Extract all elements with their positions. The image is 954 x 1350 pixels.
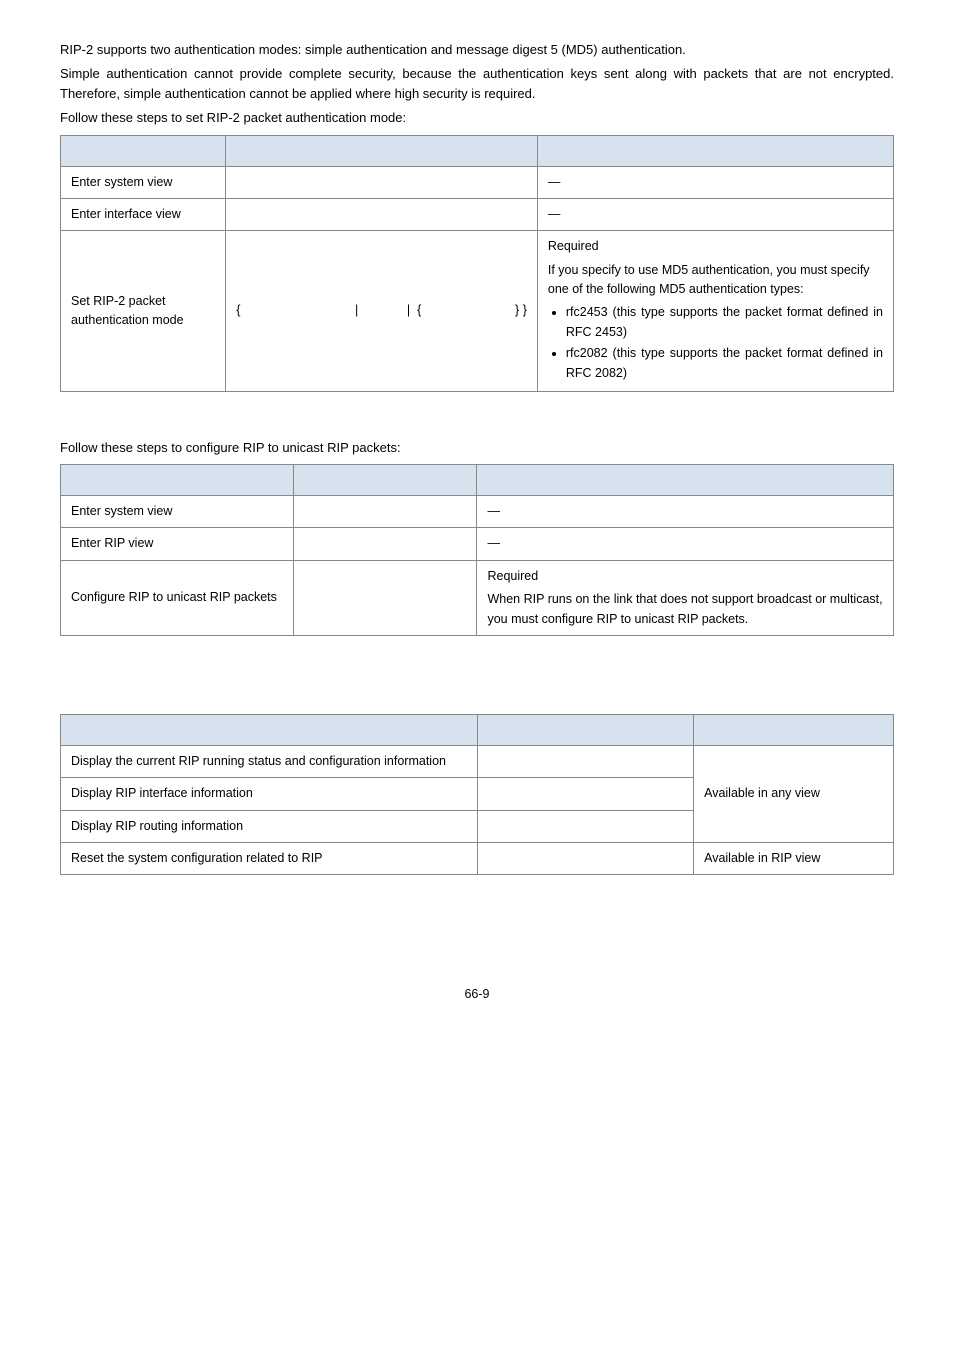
list-item: rfc2453 (this type supports the packet f… (566, 303, 883, 342)
paragraph: Follow these steps to configure RIP to u… (60, 438, 894, 458)
table-cell: Configure RIP to unicast RIP packets (61, 560, 294, 635)
table-cell: — (537, 198, 893, 230)
table-header (61, 465, 294, 496)
table-cell (294, 496, 477, 528)
paragraph: Simple authentication cannot provide com… (60, 64, 894, 104)
table-row: Display the current RIP running status a… (61, 745, 894, 777)
table-header (61, 135, 226, 166)
table-header (226, 135, 538, 166)
table-cell: Required If you specify to use MD5 authe… (537, 231, 893, 392)
table-cell (477, 810, 694, 842)
paragraph: RIP-2 supports two authentication modes:… (60, 40, 894, 60)
table-header-row (61, 465, 894, 496)
list-item: rfc2082 (this type supports the packet f… (566, 344, 883, 383)
required-label: Required (548, 237, 883, 256)
bullet-list: rfc2453 (this type supports the packet f… (548, 303, 883, 383)
table-cell: Display RIP interface information (61, 778, 478, 810)
table-row: Reset the system configuration related t… (61, 843, 894, 875)
table-header (537, 135, 893, 166)
cell-subtext: When RIP runs on the link that does not … (487, 590, 883, 629)
table-cell: Enter RIP view (61, 528, 294, 560)
table-cell (294, 560, 477, 635)
table-header-row (61, 714, 894, 745)
table-unicast: Enter system view — Enter RIP view — Con… (60, 464, 894, 636)
table-cell: Enter system view (61, 496, 294, 528)
table-row: Configure RIP to unicast RIP packets Req… (61, 560, 894, 635)
table-cell (226, 198, 538, 230)
table-cell: Enter system view (61, 166, 226, 198)
table-cell: — (477, 528, 894, 560)
table-header (477, 714, 694, 745)
table-cell: Display RIP routing information (61, 810, 478, 842)
table-row: Enter system view — (61, 496, 894, 528)
page-number: 66-9 (60, 985, 894, 1004)
table-cell (477, 843, 694, 875)
table-cell (477, 745, 694, 777)
table-auth-mode: Enter system view — Enter interface view… (60, 135, 894, 392)
table-row: Enter system view — (61, 166, 894, 198)
table-header-row (61, 135, 894, 166)
table-header (294, 465, 477, 496)
table-cell: Set RIP-2 packet authentication mode (61, 231, 226, 392)
table-cell: — (477, 496, 894, 528)
table-header (61, 714, 478, 745)
table-row: Enter interface view — (61, 198, 894, 230)
table-cell: Enter interface view (61, 198, 226, 230)
table-header (694, 714, 894, 745)
table-cell: { | | { } } (226, 231, 538, 392)
table-cell: Available in any view (694, 745, 894, 842)
cell-subtext: If you specify to use MD5 authentication… (548, 261, 883, 300)
table-cell: Display the current RIP running status a… (61, 745, 478, 777)
table-cell: Available in RIP view (694, 843, 894, 875)
table-cell: — (537, 166, 893, 198)
table-cell (294, 528, 477, 560)
required-label: Required (487, 567, 883, 586)
table-cell: Required When RIP runs on the link that … (477, 560, 894, 635)
paragraph: Follow these steps to set RIP-2 packet a… (60, 108, 894, 128)
table-cell (226, 166, 538, 198)
table-row: Set RIP-2 packet authentication mode { |… (61, 231, 894, 392)
table-row: Enter RIP view — (61, 528, 894, 560)
table-header (477, 465, 894, 496)
table-display: Display the current RIP running status a… (60, 714, 894, 876)
table-cell (477, 778, 694, 810)
table-cell: Reset the system configuration related t… (61, 843, 478, 875)
